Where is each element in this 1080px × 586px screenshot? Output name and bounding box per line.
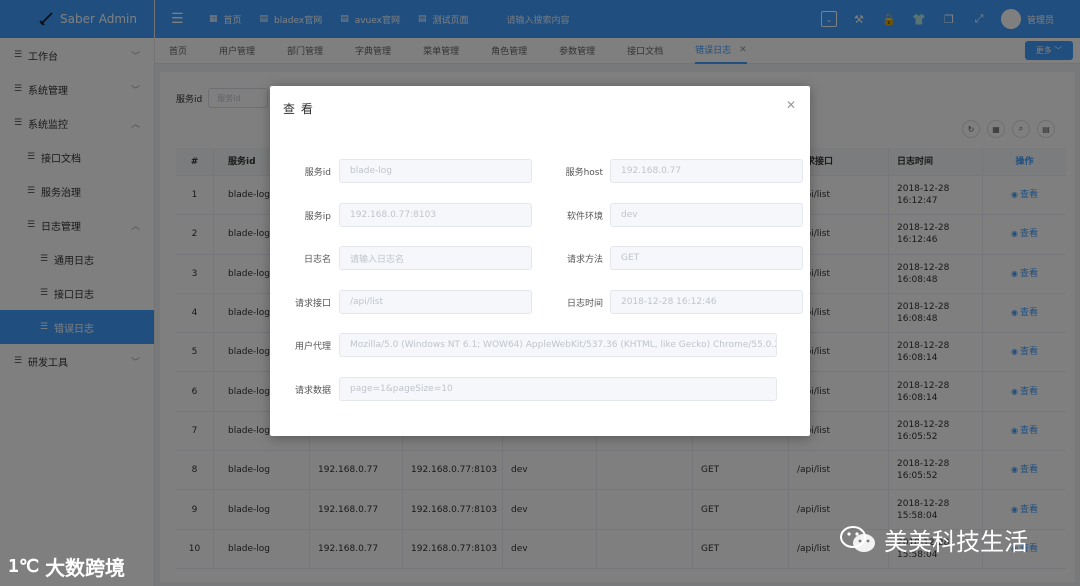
log-name-field[interactable]: 请输入日志名 [339,246,532,270]
field-label-user-agent: 用户代理 [294,341,331,352]
watermark-right-text: 美美科技生活 [884,528,1028,556]
watermark-right: 美美科技生活 [838,522,1028,557]
user-agent-field: Mozilla/5.0 (Windows NT 6.1; WOW64) Appl… [339,333,777,357]
watermark-logo: 1℃ [8,556,40,577]
close-icon[interactable]: ✕ [786,98,796,112]
field-label-service-host: 服务host [565,167,603,178]
service-id-field: blade-log [339,159,532,183]
field-label-service-ip: 服务ip [304,211,331,222]
wechat-icon [840,525,875,552]
form-row-1: 服务id blade-log 服务host 192.168.0.77 [270,159,803,183]
view-dialog: 查 看 ✕ 服务id blade-log 服务host 192.168.0.77… [270,86,810,436]
api-field: /api/list [339,290,532,314]
log-time-field: 2018-12-28 16:12:46 [610,290,803,314]
field-label-request-data: 请求数据 [294,385,331,396]
service-ip-field: 192.168.0.77:8103 [339,203,532,227]
field-label-api: 请求接口 [294,298,331,309]
watermark-left: 1℃ 大数跨境 [8,552,125,581]
dialog-title: 查 看 [283,102,314,116]
field-label-log-name: 日志名 [303,254,331,265]
form-row-5: 用户代理 Mozilla/5.0 (Windows NT 6.1; WOW64)… [270,333,777,357]
field-label-method: 请求方法 [566,254,603,265]
service-host-field: 192.168.0.77 [610,159,803,183]
form-row-2: 服务ip 192.168.0.77:8103 软件环境 dev [270,203,803,227]
request-data-field: page=1&pageSize=10 [339,377,777,401]
form-row-4: 请求接口 /api/list 日志时间 2018-12-28 16:12:46 [270,290,803,314]
field-label-env: 软件环境 [566,211,603,222]
env-field: dev [610,203,803,227]
field-label-log-time: 日志时间 [566,298,603,309]
form-row-6: 请求数据 page=1&pageSize=10 [270,377,777,401]
watermark-left-text: 大数跨境 [45,556,126,580]
form-row-3: 日志名 请输入日志名 请求方法 GET [270,246,803,270]
method-field: GET [610,246,803,270]
field-label-service-id: 服务id [304,167,331,178]
